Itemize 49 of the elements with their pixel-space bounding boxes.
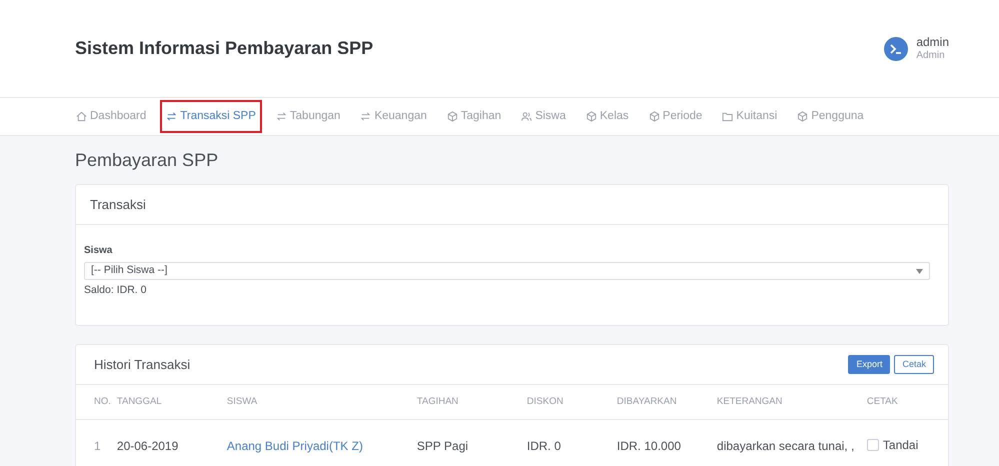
table-cell: 20-06-2019	[116, 420, 227, 466]
table-cell: dibayarkan secara tunai, ,	[716, 420, 867, 466]
column-header: TAGIHAN	[416, 384, 527, 420]
table-cell: 1	[76, 420, 117, 466]
home-icon	[76, 111, 87, 122]
column-header: DIBAYARKAN	[616, 384, 717, 420]
users-icon	[521, 111, 532, 122]
column-header: NO.	[76, 384, 117, 420]
action-button[interactable]: Export	[848, 354, 890, 374]
action-button[interactable]: Cetak	[894, 354, 934, 374]
cube-icon	[648, 111, 660, 122]
column-header: TANGGAL	[116, 384, 227, 420]
caret-icon	[916, 268, 923, 274]
swap-arrows-icon	[166, 111, 178, 122]
column-header: KETERANGAN	[716, 384, 867, 420]
table-cell: IDR. 0	[526, 420, 617, 466]
cube-icon	[797, 111, 808, 122]
user-name: admin	[916, 36, 949, 50]
nav-tab[interactable]: Pengguna	[791, 100, 870, 134]
balance-text: Saldo: IDR. 0	[84, 283, 148, 298]
column-header: DISKON	[526, 384, 617, 420]
student-select[interactable]: [-- Pilih Siswa --]	[84, 262, 930, 280]
card-title: Transaksi	[76, 184, 948, 226]
nav-tab[interactable]: Dashboard	[70, 100, 152, 134]
user-avatar[interactable]	[884, 36, 908, 60]
folder-icon	[722, 111, 734, 122]
cube-icon	[586, 111, 597, 122]
page-title: Pembayaran SPP	[75, 150, 220, 172]
swap-arrows-icon	[276, 111, 287, 122]
nav-tab[interactable]: Siswa	[515, 100, 572, 134]
table-cell: IDR. 10.000	[616, 420, 717, 466]
column-header: CETAK	[866, 384, 948, 420]
user-role: Admin	[916, 50, 946, 61]
nav-tab[interactable]: Transaksi SPP	[160, 100, 262, 134]
nav-tab[interactable]: Kuitansi	[716, 100, 784, 134]
cube-icon	[446, 111, 458, 122]
nav-tab[interactable]: Tagihan	[440, 100, 508, 134]
nav-tab[interactable]: Kelas	[580, 100, 635, 134]
nav-tab[interactable]: Keuangan	[354, 100, 433, 134]
column-header: SISWA	[226, 384, 417, 420]
mark-checkbox[interactable]: Tandai	[866, 436, 918, 454]
field-label: Siswa	[84, 244, 114, 258]
table-cell: SPP Pagi	[416, 420, 527, 466]
card-title: Histori Transaksi	[94, 356, 190, 374]
swap-arrows-icon	[360, 111, 372, 122]
nav-tab[interactable]: Tabungan	[270, 100, 346, 134]
app-title: Sistem Informasi Pembayaran SPP	[75, 38, 374, 60]
student-link[interactable]: Anang Budi Priyadi(TK Z)	[226, 439, 363, 454]
nav-tab[interactable]: Periode	[642, 100, 708, 134]
